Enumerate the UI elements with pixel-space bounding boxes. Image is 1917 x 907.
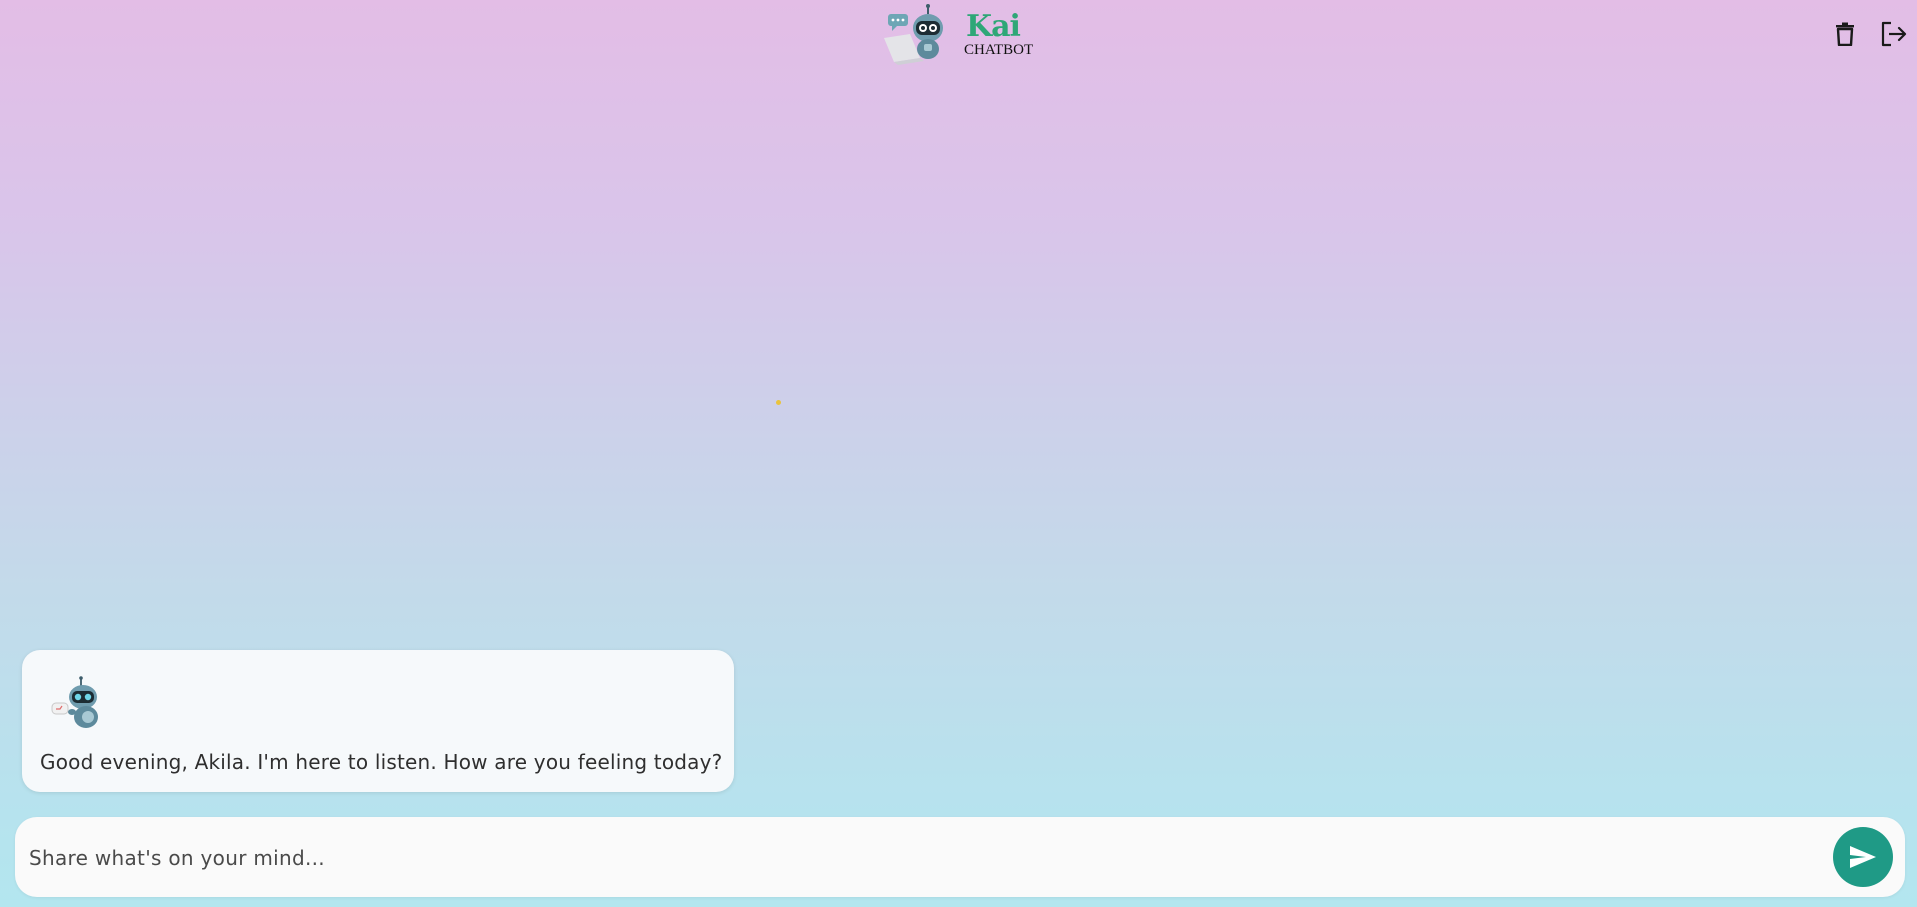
kai-chatbot-logo: Kai CHATBOT	[880, 4, 1040, 66]
robot-laptop-logo-icon	[884, 4, 943, 65]
app-header: Kai CHATBOT	[0, 0, 1917, 70]
logout-button[interactable]	[1878, 18, 1910, 50]
logo-subtitle: CHATBOT	[964, 42, 1034, 58]
logo-title: Kai	[966, 9, 1021, 44]
bot-message-bubble: Good evening, Akila. I'm here to listen.…	[22, 650, 734, 792]
send-icon	[1850, 846, 1876, 868]
trash-icon	[1836, 22, 1854, 46]
clear-chat-button[interactable]	[1829, 18, 1861, 50]
send-button[interactable]	[1833, 827, 1893, 887]
message-input[interactable]	[27, 833, 1811, 883]
logo-wordmark: Kai CHATBOT	[964, 9, 1034, 59]
robot-avatar-icon	[51, 676, 98, 728]
message-composer	[15, 817, 1905, 897]
loading-dot	[776, 400, 781, 405]
logout-icon	[1881, 21, 1907, 47]
bot-message-text: Good evening, Akila. I'm here to listen.…	[40, 750, 723, 774]
